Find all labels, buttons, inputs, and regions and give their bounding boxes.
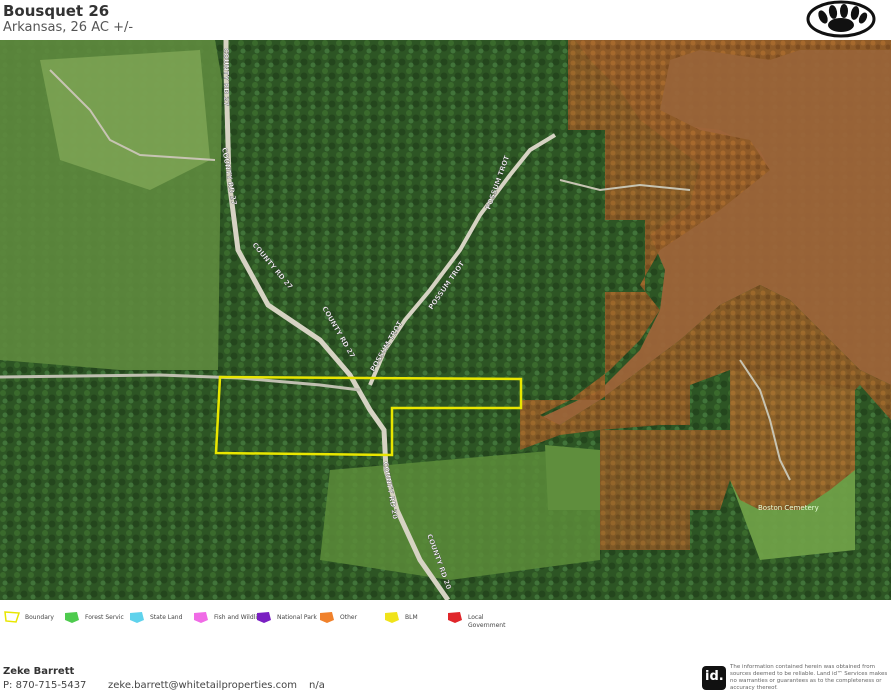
legend-item-national-park: National Park — [255, 607, 325, 633]
agent-extra: n/a — [309, 680, 325, 691]
legend-item-blm: BLM — [383, 607, 443, 633]
disclaimer: The information contained herein was obt… — [730, 664, 888, 691]
legend-item-other: Other — [318, 607, 378, 633]
agent-name: Zeke Barrett — [3, 666, 75, 677]
field-east — [545, 445, 600, 510]
agent-phone[interactable]: P: 870-715-5437 — [3, 680, 86, 691]
footer: Zeke Barrett P: 870-715-5437 zeke.barret… — [0, 660, 891, 691]
forest-service-icon — [65, 612, 79, 623]
map-header: Bousquet 26 Arkansas, 26 AC +/- — [0, 0, 891, 40]
legend: Boundary Forest Servic State Land Fish a… — [0, 604, 891, 634]
national-park-icon — [257, 612, 271, 623]
state-land-icon — [130, 612, 144, 623]
blm-icon — [385, 612, 399, 623]
legend-label: Local Government — [468, 614, 506, 629]
legend-item-state-land: State Land — [128, 607, 198, 633]
id-logo-text: id. — [705, 669, 724, 684]
place-label-cemetery: Boston Cemetery — [758, 504, 819, 512]
local-government-icon — [448, 612, 462, 623]
other-icon — [320, 612, 334, 623]
property-title: Bousquet 26 — [3, 2, 110, 20]
agent-email[interactable]: zeke.barrett@whitetailproperties.com — [108, 680, 297, 691]
road-label-county-27-a: COUNTY RD 27 — [222, 48, 230, 106]
legend-item-fish-wildlife: Fish and Wildlife — [192, 607, 263, 633]
property-subtitle: Arkansas, 26 AC +/- — [3, 20, 134, 35]
aerial-map[interactable]: COUNTY RD 27 COUNTY RD 27 COUNTY RD 27 C… — [0, 40, 891, 600]
map-canvas: COUNTY RD 27 COUNTY RD 27 COUNTY RD 27 C… — [0, 40, 891, 600]
fish-wildlife-icon — [194, 612, 208, 623]
legend-item-forest-service: Forest Servic — [63, 607, 133, 633]
land-id-logo-icon: id. — [702, 666, 726, 690]
bear-paw-logo-icon — [806, 0, 876, 38]
boundary-icon — [4, 611, 21, 623]
legend-item-local-government: Local Government — [446, 607, 526, 633]
